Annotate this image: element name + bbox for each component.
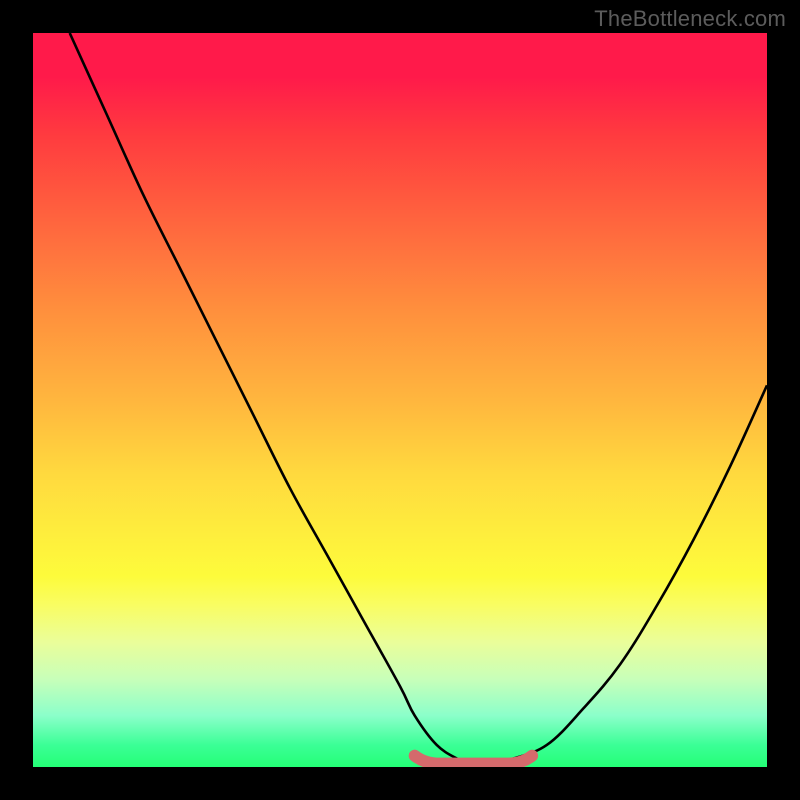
watermark-text: TheBottleneck.com <box>594 6 786 32</box>
chart-svg <box>33 33 767 767</box>
chart-frame: TheBottleneck.com <box>0 0 800 800</box>
plot-area <box>33 33 767 767</box>
bottleneck-curve <box>70 33 767 767</box>
